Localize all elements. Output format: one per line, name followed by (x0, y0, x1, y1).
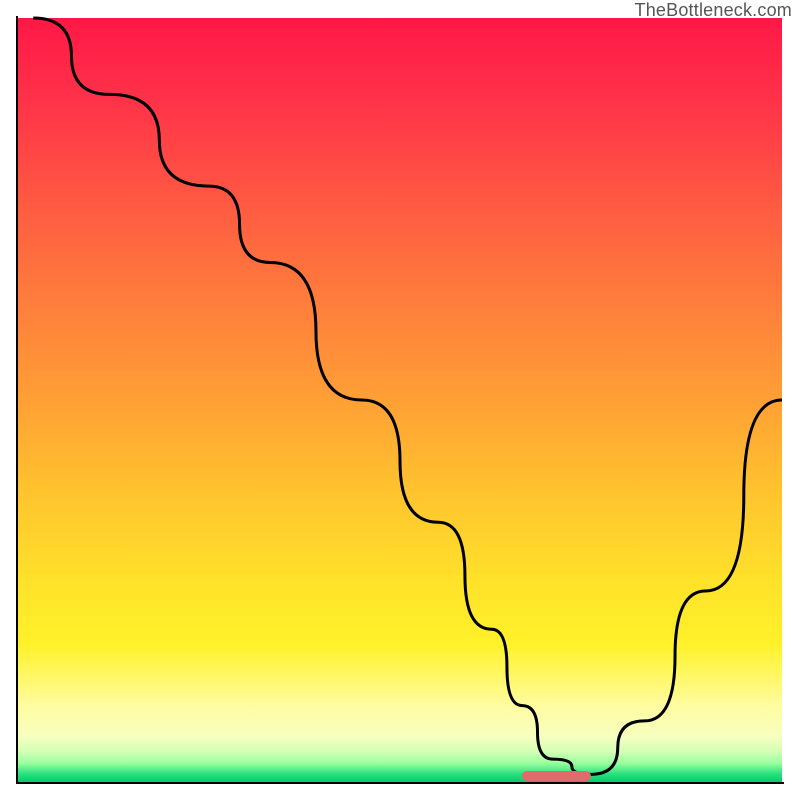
curve-layer (18, 18, 782, 782)
bottleneck-curve (33, 18, 782, 774)
watermark-text: TheBottleneck.com (635, 0, 792, 21)
optimal-range-marker (522, 771, 591, 781)
bottleneck-chart: TheBottleneck.com (0, 0, 800, 800)
x-axis (16, 782, 784, 784)
